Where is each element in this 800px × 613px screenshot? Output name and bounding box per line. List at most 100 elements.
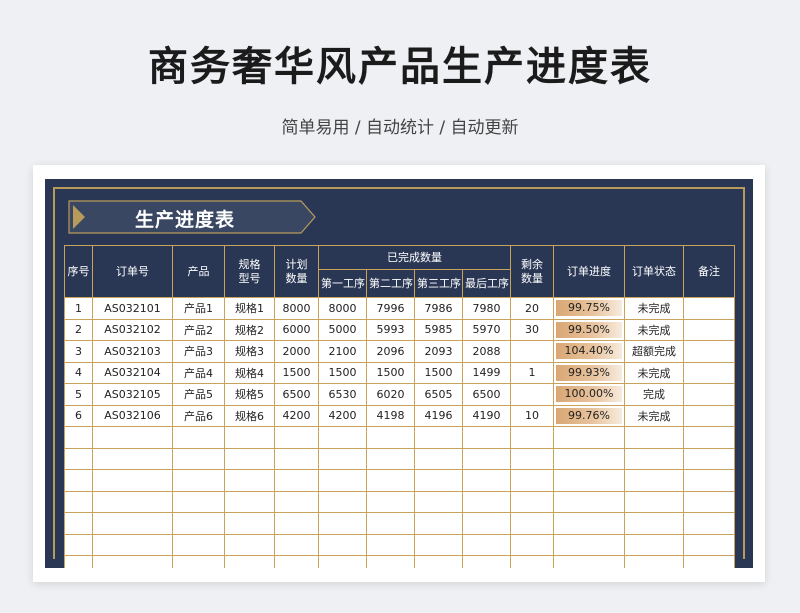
empty-cell[interactable] bbox=[553, 469, 625, 492]
cell-plan[interactable]: 6500 bbox=[274, 383, 319, 406]
empty-cell[interactable] bbox=[172, 512, 225, 535]
empty-cell[interactable] bbox=[414, 512, 463, 535]
empty-cell[interactable] bbox=[172, 555, 225, 568]
cell-status[interactable]: 未完成 bbox=[624, 404, 684, 427]
empty-cell[interactable] bbox=[553, 512, 625, 535]
cell-note[interactable] bbox=[683, 297, 735, 320]
empty-cell[interactable] bbox=[624, 426, 684, 449]
empty-cell[interactable] bbox=[274, 533, 319, 556]
empty-cell[interactable] bbox=[414, 533, 463, 556]
cell-product[interactable]: 产品4 bbox=[172, 361, 225, 384]
cell-step1[interactable]: 5000 bbox=[318, 318, 367, 341]
empty-cell[interactable] bbox=[462, 512, 511, 535]
empty-cell[interactable] bbox=[224, 490, 275, 513]
empty-cell[interactable] bbox=[553, 490, 625, 513]
empty-cell[interactable] bbox=[172, 426, 225, 449]
cell-step1[interactable]: 1500 bbox=[318, 361, 367, 384]
cell-step2[interactable]: 7996 bbox=[366, 297, 415, 320]
cell-note[interactable] bbox=[683, 404, 735, 427]
cell-last[interactable]: 4190 bbox=[462, 404, 511, 427]
empty-cell[interactable] bbox=[172, 469, 225, 492]
cell-seq[interactable]: 2 bbox=[64, 318, 93, 341]
cell-note[interactable] bbox=[683, 383, 735, 406]
empty-cell[interactable] bbox=[64, 512, 93, 535]
empty-cell[interactable] bbox=[318, 447, 367, 470]
cell-product[interactable]: 产品6 bbox=[172, 404, 225, 427]
empty-cell[interactable] bbox=[683, 469, 735, 492]
empty-cell[interactable] bbox=[64, 555, 93, 568]
cell-status[interactable]: 完成 bbox=[624, 383, 684, 406]
empty-cell[interactable] bbox=[274, 512, 319, 535]
cell-note[interactable] bbox=[683, 340, 735, 363]
empty-cell[interactable] bbox=[414, 555, 463, 568]
empty-cell[interactable] bbox=[318, 426, 367, 449]
empty-cell[interactable] bbox=[64, 426, 93, 449]
cell-spec[interactable]: 规格4 bbox=[224, 361, 275, 384]
cell-spec[interactable]: 规格5 bbox=[224, 383, 275, 406]
empty-cell[interactable] bbox=[92, 555, 173, 568]
cell-step3[interactable]: 6505 bbox=[414, 383, 463, 406]
cell-plan[interactable]: 2000 bbox=[274, 340, 319, 363]
empty-cell[interactable] bbox=[92, 447, 173, 470]
empty-cell[interactable] bbox=[414, 426, 463, 449]
cell-remain[interactable]: 30 bbox=[510, 318, 554, 341]
cell-last[interactable]: 2088 bbox=[462, 340, 511, 363]
empty-cell[interactable] bbox=[510, 512, 554, 535]
empty-cell[interactable] bbox=[624, 447, 684, 470]
empty-cell[interactable] bbox=[318, 512, 367, 535]
empty-cell[interactable] bbox=[462, 447, 511, 470]
empty-cell[interactable] bbox=[366, 469, 415, 492]
cell-remain[interactable]: 1 bbox=[510, 361, 554, 384]
empty-cell[interactable] bbox=[274, 447, 319, 470]
empty-cell[interactable] bbox=[64, 490, 93, 513]
cell-progress[interactable]: 100.00% bbox=[553, 383, 625, 406]
empty-cell[interactable] bbox=[683, 533, 735, 556]
cell-progress[interactable]: 99.76% bbox=[553, 404, 625, 427]
empty-cell[interactable] bbox=[510, 555, 554, 568]
empty-cell[interactable] bbox=[510, 426, 554, 449]
cell-status[interactable]: 未完成 bbox=[624, 297, 684, 320]
cell-step3[interactable]: 4196 bbox=[414, 404, 463, 427]
cell-seq[interactable]: 3 bbox=[64, 340, 93, 363]
empty-cell[interactable] bbox=[510, 490, 554, 513]
cell-step1[interactable]: 6530 bbox=[318, 383, 367, 406]
cell-progress[interactable]: 99.75% bbox=[553, 297, 625, 320]
empty-cell[interactable] bbox=[92, 490, 173, 513]
cell-spec[interactable]: 规格1 bbox=[224, 297, 275, 320]
empty-cell[interactable] bbox=[683, 426, 735, 449]
empty-cell[interactable] bbox=[553, 447, 625, 470]
cell-order-no[interactable]: AS032103 bbox=[92, 340, 173, 363]
empty-cell[interactable] bbox=[224, 533, 275, 556]
empty-cell[interactable] bbox=[462, 426, 511, 449]
cell-progress[interactable]: 99.50% bbox=[553, 318, 625, 341]
empty-cell[interactable] bbox=[624, 533, 684, 556]
empty-cell[interactable] bbox=[224, 555, 275, 568]
cell-order-no[interactable]: AS032102 bbox=[92, 318, 173, 341]
empty-cell[interactable] bbox=[318, 469, 367, 492]
cell-progress[interactable]: 104.40% bbox=[553, 340, 625, 363]
cell-step3[interactable]: 1500 bbox=[414, 361, 463, 384]
empty-cell[interactable] bbox=[414, 469, 463, 492]
empty-cell[interactable] bbox=[624, 512, 684, 535]
cell-plan[interactable]: 8000 bbox=[274, 297, 319, 320]
empty-cell[interactable] bbox=[462, 533, 511, 556]
empty-cell[interactable] bbox=[274, 490, 319, 513]
cell-spec[interactable]: 规格3 bbox=[224, 340, 275, 363]
empty-cell[interactable] bbox=[64, 447, 93, 470]
cell-note[interactable] bbox=[683, 318, 735, 341]
empty-cell[interactable] bbox=[224, 447, 275, 470]
empty-cell[interactable] bbox=[172, 490, 225, 513]
empty-cell[interactable] bbox=[510, 533, 554, 556]
cell-step3[interactable]: 5985 bbox=[414, 318, 463, 341]
empty-cell[interactable] bbox=[92, 512, 173, 535]
cell-order-no[interactable]: AS032104 bbox=[92, 361, 173, 384]
cell-remain[interactable] bbox=[510, 340, 554, 363]
empty-cell[interactable] bbox=[92, 426, 173, 449]
cell-step2[interactable]: 1500 bbox=[366, 361, 415, 384]
empty-cell[interactable] bbox=[553, 426, 625, 449]
cell-progress[interactable]: 99.93% bbox=[553, 361, 625, 384]
empty-cell[interactable] bbox=[683, 512, 735, 535]
empty-cell[interactable] bbox=[414, 490, 463, 513]
empty-cell[interactable] bbox=[462, 555, 511, 568]
cell-step2[interactable]: 4198 bbox=[366, 404, 415, 427]
